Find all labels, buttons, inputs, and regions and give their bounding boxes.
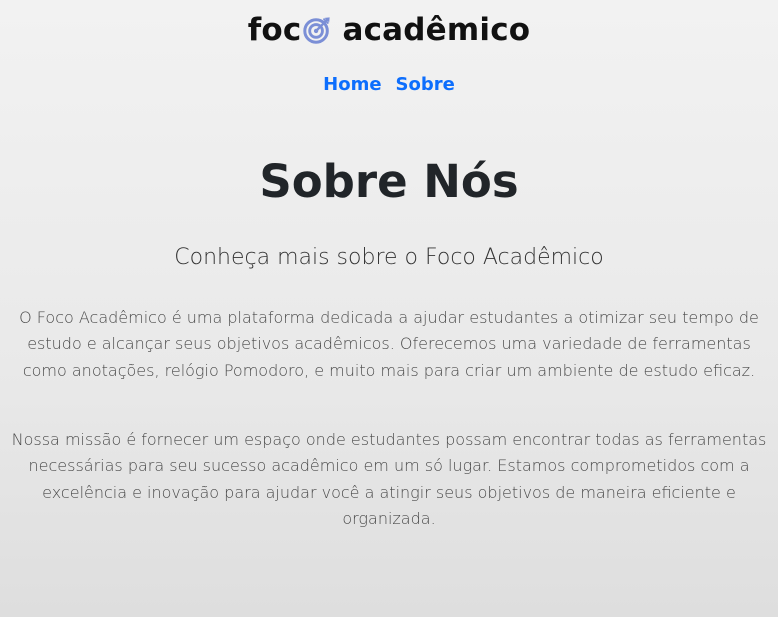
intro-paragraph: O Foco Acadêmico é uma plataforma dedica… bbox=[19, 308, 759, 380]
mission-paragraph: Nossa missão é fornecer um espaço onde e… bbox=[11, 430, 767, 528]
about-page: foc acadêmico Home Sobre Sobre Nós Conheç… bbox=[0, 0, 778, 617]
page-title: Sobre Nós bbox=[259, 155, 519, 208]
brand-logo[interactable]: foc acadêmico bbox=[0, 8, 778, 50]
main-nav: Home Sobre bbox=[0, 72, 778, 98]
brand-word-left: foc bbox=[247, 11, 302, 48]
nav-link-sobre[interactable]: Sobre bbox=[396, 74, 455, 95]
target-dart-icon bbox=[302, 15, 332, 45]
nav-link-home[interactable]: Home bbox=[323, 74, 381, 95]
brand-word-right: acadêmico bbox=[342, 11, 531, 48]
page-subtitle: Conheça mais sobre o Foco Acadêmico bbox=[174, 245, 604, 270]
